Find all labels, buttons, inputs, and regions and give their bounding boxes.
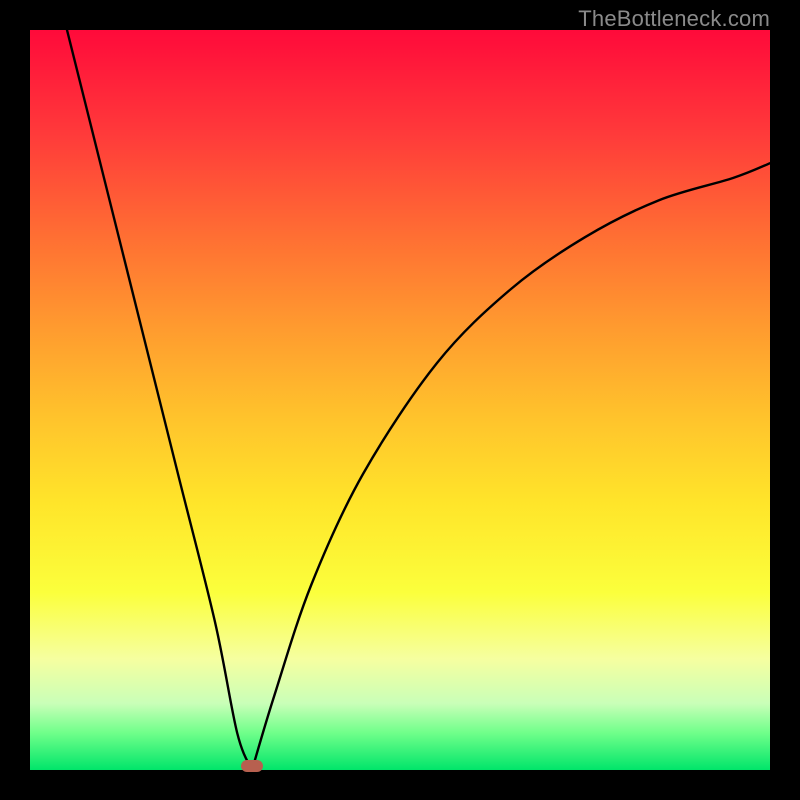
plot-background [30,30,770,770]
chart-frame: TheBottleneck.com [0,0,800,800]
watermark-text: TheBottleneck.com [578,6,770,32]
